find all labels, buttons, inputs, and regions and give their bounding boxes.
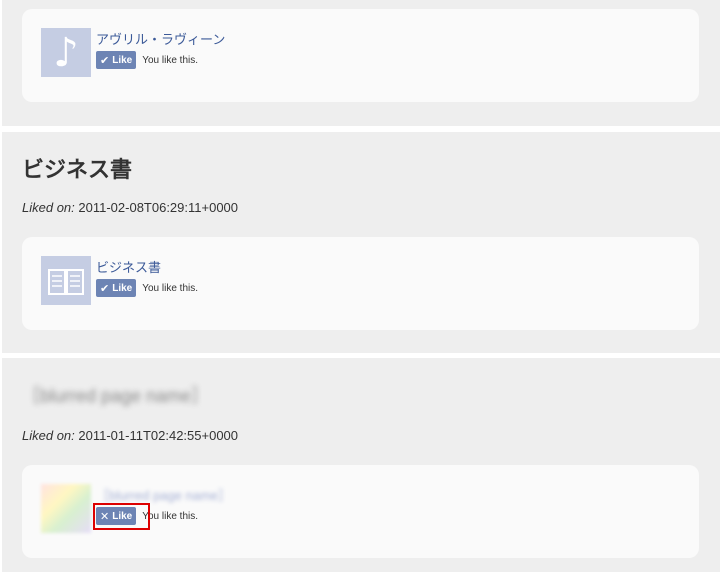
like-button[interactable]: ✔ Like <box>96 51 137 69</box>
liked-page-section: ビジネス書 Liked on: 2011-02-08T06:29:11+0000… <box>2 132 720 353</box>
checkmark-icon: ✔ <box>100 281 110 295</box>
page-thumbnail[interactable]: ♪ <box>41 28 91 77</box>
section-heading: ［blurred page name］ <box>22 386 210 406</box>
liked-on-date: 2011-02-08T06:29:11+0000 <box>78 200 239 215</box>
page-title-link[interactable]: ビジネス書 <box>96 257 161 276</box>
like-row: ✔ Like You like this. <box>96 279 198 297</box>
liked-on-label: Liked on: <box>22 428 75 443</box>
liked-on-label: Liked on: <box>22 200 75 215</box>
like-button-label: Like <box>112 282 133 294</box>
like-button[interactable]: ✔ Like <box>96 279 137 297</box>
liked-page-section: ［blurred page name］ Liked on: 2011-01-11… <box>2 358 720 572</box>
music-note-icon: ♪ <box>53 29 79 76</box>
page-title-link[interactable]: アヴリル・ラヴィーン <box>96 29 225 48</box>
page-card: ♪ アヴリル・ラヴィーン ✔ Like You like this. <box>22 9 699 102</box>
page-title-link[interactable]: ［blurred page name］ <box>96 485 231 504</box>
section-heading: ビジネス書 <box>22 157 133 182</box>
like-status-text: You like this. <box>142 282 199 294</box>
like-status-text: You like this. <box>142 54 199 66</box>
like-row: ✔ Like You like this. <box>96 51 198 69</box>
liked-on-date: 2011-01-11T02:42:55+0000 <box>78 428 239 443</box>
page-thumbnail[interactable] <box>41 484 91 533</box>
checkmark-icon: ✔ <box>100 53 110 67</box>
liked-page-section: ♪ アヴリル・ラヴィーン ✔ Like You like this. <box>2 0 720 126</box>
like-status-text: You like this. <box>142 510 199 522</box>
page-card: ［blurred page name］ ✕ Like You like this… <box>22 465 699 558</box>
page-thumbnail[interactable] <box>41 256 91 305</box>
book-icon <box>48 268 84 295</box>
like-button-label: Like <box>112 54 133 66</box>
liked-on-line: Liked on: 2011-01-11T02:42:55+0000 <box>22 428 238 443</box>
liked-on-line: Liked on: 2011-02-08T06:29:11+0000 <box>22 200 238 215</box>
highlight-box <box>93 503 150 530</box>
page-card: ビジネス書 ✔ Like You like this. <box>22 237 699 330</box>
